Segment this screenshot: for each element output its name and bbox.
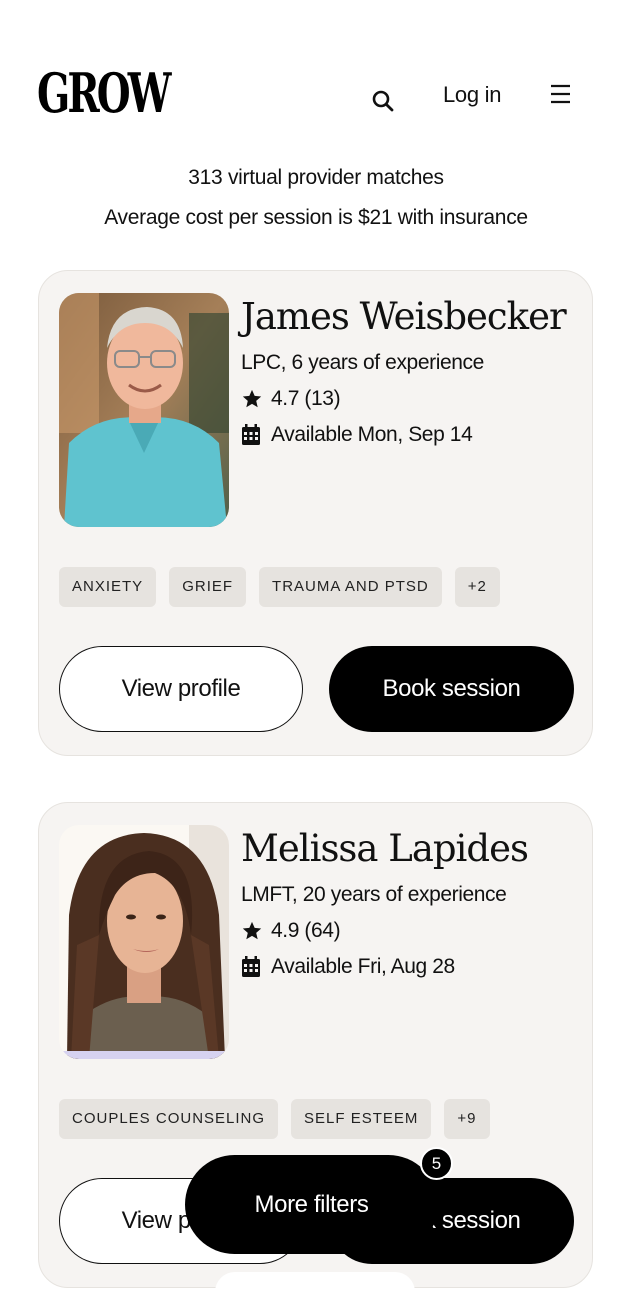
rating-value: 4.7 (13) <box>271 387 341 410</box>
provider-credentials: LPC, 6 years of experience <box>241 351 484 374</box>
provider-photo[interactable] <box>59 293 229 527</box>
hamburger-menu-icon <box>551 84 570 104</box>
menu-button[interactable] <box>548 82 574 106</box>
provider-photo-image <box>59 293 229 527</box>
bottom-sheet-handle <box>215 1272 415 1292</box>
provider-photo-image <box>59 825 229 1059</box>
star-icon <box>242 921 262 940</box>
average-cost-text: Average cost per session is $21 with ins… <box>104 206 528 229</box>
match-count-text: 313 virtual provider matches <box>188 166 444 189</box>
page: GROW Log in 313 virtual provider matches… <box>0 0 632 1292</box>
more-filters-button[interactable]: More filters <box>185 1155 438 1254</box>
specialty-tags: ANXIETY GRIEF TRAUMA AND PTSD +2 <box>59 567 500 607</box>
provider-name[interactable]: Melissa Lapides <box>241 827 529 870</box>
grow-logo[interactable]: GROW <box>37 66 171 120</box>
active-filter-count-badge: 5 <box>420 1147 453 1180</box>
specialty-tag: GRIEF <box>169 567 247 607</box>
specialty-tag: COUPLES COUNSELING <box>59 1099 279 1139</box>
specialty-tag: SELF ESTEEM <box>291 1099 432 1139</box>
provider-card[interactable]: James Weisbecker LPC, 6 years of experie… <box>38 270 593 756</box>
provider-rating: 4.9 (64) <box>241 919 341 943</box>
rating-value: 4.9 (64) <box>271 919 341 942</box>
results-summary: 313 virtual provider matches Average cos… <box>0 162 632 238</box>
calendar-icon <box>242 956 260 977</box>
search-icon <box>372 90 394 112</box>
calendar-icon <box>242 424 260 445</box>
provider-photo[interactable] <box>59 825 229 1059</box>
specialty-tag: ANXIETY <box>59 567 157 607</box>
provider-availability: Available Mon, Sep 14 <box>241 423 473 447</box>
availability-text: Available Mon, Sep 14 <box>271 423 473 446</box>
login-link[interactable]: Log in <box>443 82 501 108</box>
header: GROW Log in <box>0 0 632 150</box>
availability-text: Available Fri, Aug 28 <box>271 955 455 978</box>
more-tags-badge[interactable]: +2 <box>454 567 500 607</box>
provider-credentials: LMFT, 20 years of experience <box>241 883 507 906</box>
provider-name[interactable]: James Weisbecker <box>241 295 567 338</box>
star-icon <box>242 389 262 408</box>
view-profile-button[interactable]: View profile <box>59 646 303 732</box>
specialty-tags: COUPLES COUNSELING SELF ESTEEM +9 <box>59 1099 490 1139</box>
more-tags-badge[interactable]: +9 <box>444 1099 490 1139</box>
book-session-button[interactable]: Book session <box>329 646 574 732</box>
search-button[interactable] <box>370 88 396 114</box>
provider-availability: Available Fri, Aug 28 <box>241 955 455 979</box>
specialty-tag: TRAUMA AND PTSD <box>259 567 442 607</box>
provider-rating: 4.7 (13) <box>241 387 341 411</box>
